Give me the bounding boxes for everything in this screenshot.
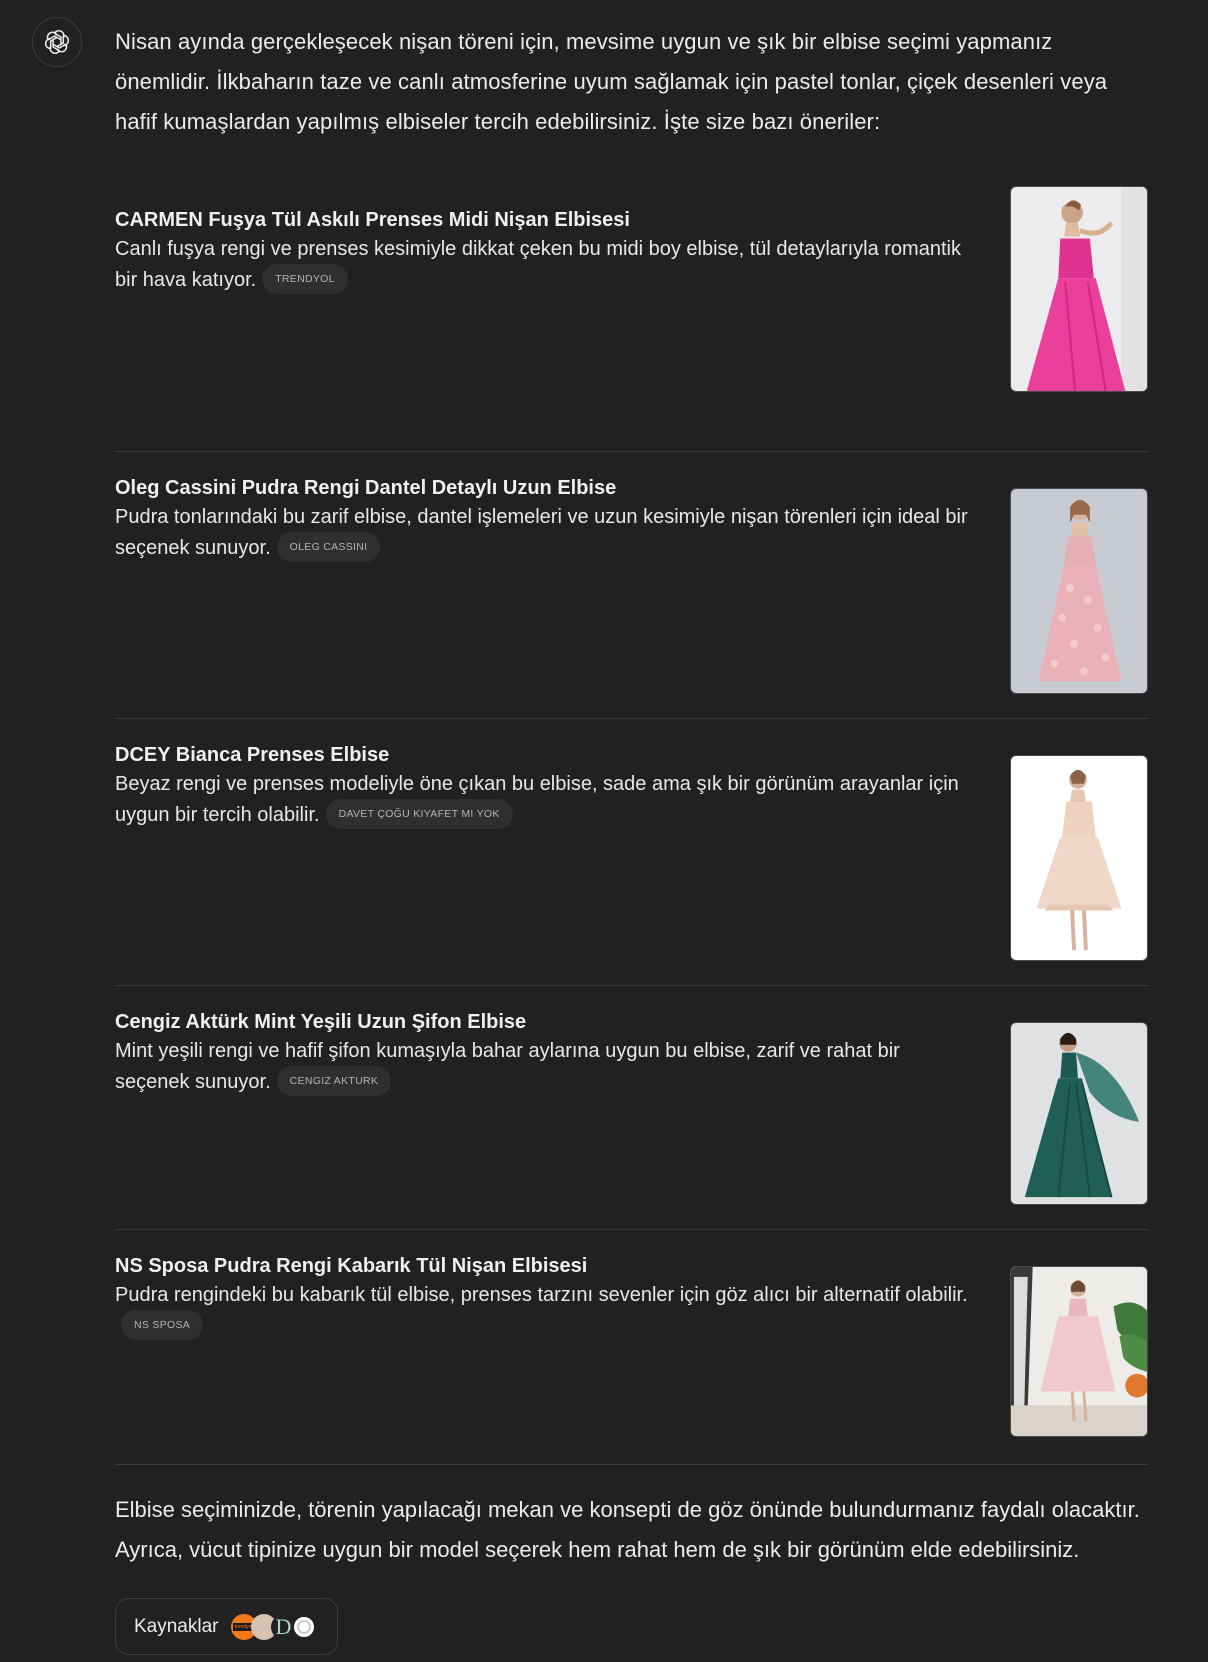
openai-logo-icon bbox=[44, 29, 70, 55]
outro-paragraph: Elbise seçiminizde, törenin yapılacağı m… bbox=[115, 1497, 1140, 1562]
product-card[interactable]: Oleg Cassini Pudra Rengi Dantel Detaylı … bbox=[115, 452, 1148, 719]
product-description: Canlı fuşya rengi ve prenses kesimiyle d… bbox=[115, 234, 975, 296]
powder-lace-dress-photo[interactable] bbox=[1010, 488, 1148, 694]
white-circle-favicon bbox=[290, 1613, 317, 1640]
fuchsia-dress-photo[interactable] bbox=[1010, 186, 1148, 392]
source-pill[interactable]: NS SPOSA bbox=[121, 1309, 204, 1340]
product-card[interactable]: NS Sposa Pudra Rengi Kabarık Tül Nişan E… bbox=[115, 1230, 1148, 1465]
source-pill[interactable]: TRENDYOL bbox=[262, 263, 348, 294]
intro-paragraph: Nisan ayında gerçekleşecek nişan töreni … bbox=[115, 29, 1108, 134]
product-card[interactable]: Cengiz Aktürk Mint Yeşili Uzun Şifon Elb… bbox=[115, 986, 1148, 1230]
source-favicons: trendyol D bbox=[230, 1613, 317, 1640]
product-name[interactable]: NS Sposa Pudra Rengi Kabarık Tül Nişan E… bbox=[115, 1252, 975, 1280]
pink-tulle-dress-photo[interactable] bbox=[1010, 1266, 1148, 1437]
product-name[interactable]: Cengiz Aktürk Mint Yeşili Uzun Şifon Elb… bbox=[115, 1008, 975, 1036]
source-pill[interactable]: CENGIZ AKTURK bbox=[276, 1065, 392, 1096]
sources-button[interactable]: Kaynaklar trendyol D bbox=[115, 1598, 338, 1655]
product-description: Mint yeşili rengi ve hafif şifon kumaşıy… bbox=[115, 1036, 975, 1098]
green-chiffon-dress-photo[interactable] bbox=[1010, 1022, 1148, 1205]
product-name[interactable]: CARMEN Fuşya Tül Askılı Prenses Midi Niş… bbox=[115, 206, 975, 234]
product-name[interactable]: DCEY Bianca Prenses Elbise bbox=[115, 741, 975, 769]
sources-label: Kaynaklar bbox=[134, 1615, 219, 1637]
product-card[interactable]: DCEY Bianca Prenses Elbise Beyaz rengi v… bbox=[115, 719, 1148, 986]
product-list: CARMEN Fuşya Tül Askılı Prenses Midi Niş… bbox=[115, 184, 1148, 1465]
source-pill[interactable]: OLEG CASSINI bbox=[276, 531, 381, 562]
product-card[interactable]: CARMEN Fuşya Tül Askılı Prenses Midi Niş… bbox=[115, 184, 1148, 452]
source-pill[interactable]: DAVET ÇOĞU KIYAFET MI YOK bbox=[325, 798, 513, 829]
product-description: Pudra rengindeki bu kabarık tül elbise, … bbox=[115, 1280, 975, 1342]
nude-princess-dress-photo[interactable] bbox=[1010, 755, 1148, 961]
product-description: Beyaz rengi ve prenses modeliyle öne çık… bbox=[115, 769, 975, 831]
assistant-message: Nisan ayında gerçekleşecek nişan töreni … bbox=[115, 22, 1148, 1655]
product-description: Pudra tonlarındaki bu zarif elbise, dant… bbox=[115, 502, 975, 564]
product-name[interactable]: Oleg Cassini Pudra Rengi Dantel Detaylı … bbox=[115, 474, 975, 502]
assistant-avatar bbox=[32, 17, 82, 67]
